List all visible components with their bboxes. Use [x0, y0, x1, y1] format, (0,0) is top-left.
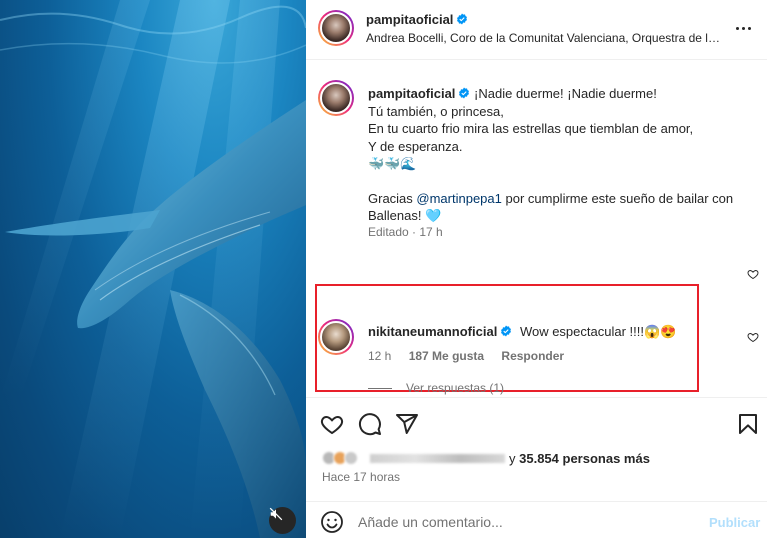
caption-text: pampitaoficial ¡Nadie duerme! ¡Nadie due…	[368, 85, 748, 225]
likes-summary[interactable]: y 35.854 personas más	[322, 451, 650, 469]
muted-speaker-icon	[269, 507, 283, 521]
publish-button[interactable]: Publicar	[709, 515, 760, 530]
comment-input[interactable]	[358, 510, 688, 534]
likes-count: 35.854 personas más	[519, 451, 650, 466]
emoji-icon[interactable]	[320, 510, 344, 534]
caption-text-line: En tu cuarto frio mira las estrellas que…	[368, 121, 694, 136]
whale-image	[0, 0, 306, 538]
comment-meta: 12 h 187 Me gusta Responder	[368, 349, 578, 363]
bookmark-icon[interactable]	[736, 412, 760, 436]
replies-rule	[368, 388, 392, 390]
caption-text-line: por cumplirme este sueño de bailar con	[501, 190, 734, 206]
blurred-liker-names	[370, 454, 505, 463]
caption-avatar[interactable]	[318, 80, 354, 116]
post-header: pampitaoficial Andrea Bocelli, Coro de l…	[306, 0, 767, 60]
comment-composer: Publicar	[306, 501, 767, 538]
mention-link[interactable]: @martinpepa1	[416, 191, 501, 206]
author-avatar[interactable]	[318, 10, 354, 46]
comment-line: nikitaneumannoficial Wow espectacular !!…	[368, 324, 676, 340]
heart-icon[interactable]	[320, 412, 344, 436]
commenter-avatar[interactable]	[318, 319, 354, 355]
caption-emoji-line: 🐳🐳🌊	[368, 156, 417, 171]
caption-meta: Editado · 17 h	[368, 225, 443, 239]
action-bar	[306, 397, 767, 452]
caption-line-1: pampitaoficial ¡Nadie duerme! ¡Nadie due…	[368, 85, 748, 103]
likes-suffix: y	[509, 451, 520, 466]
caption-text-line: Tú también, o princesa,	[368, 103, 504, 119]
view-replies-label: Ver respuestas (1)	[406, 381, 505, 395]
reply-button[interactable]: Responder	[501, 349, 564, 363]
author-name-line: pampitaoficial	[366, 12, 468, 27]
comment-like-icon[interactable]	[747, 331, 759, 343]
post-sidebar: pampitaoficial Andrea Bocelli, Coro de l…	[306, 0, 767, 538]
mute-button[interactable]	[269, 507, 296, 534]
caption-text-line: Ballenas! 🩵	[368, 208, 442, 223]
caption-text-line: Gracias	[368, 190, 417, 206]
liker-avatars	[322, 451, 362, 465]
caption-username[interactable]: pampitaoficial	[368, 86, 455, 101]
author-username[interactable]: pampitaoficial	[366, 12, 453, 27]
view-replies[interactable]: Ver respuestas (1)	[368, 381, 504, 395]
comment-text: Wow espectacular !!!!😱😍	[519, 324, 677, 339]
caption-thanks-line: Gracias @martinpepa1 por cumplirme este …	[368, 190, 748, 208]
caption-text-line: Y de esperanza.	[368, 138, 463, 154]
post-timestamp: Hace 17 horas	[322, 470, 401, 484]
post-media[interactable]	[0, 0, 306, 538]
audio-track[interactable]: Andrea Bocelli, Coro de la Comunitat Val…	[366, 31, 721, 45]
caption-text-line: ¡Nadie duerme! ¡Nadie duerme!	[474, 86, 657, 101]
more-options-icon[interactable]	[736, 20, 756, 36]
commenter-username[interactable]: nikitaneumannoficial	[368, 324, 497, 339]
share-icon[interactable]	[395, 412, 419, 436]
comment-time[interactable]: 12 h	[368, 349, 391, 363]
comment-icon[interactable]	[358, 412, 382, 436]
caption-like-icon[interactable]	[747, 268, 759, 280]
comment-likes[interactable]: 187 Me gusta	[409, 349, 484, 363]
verified-badge-icon	[457, 13, 468, 25]
verified-badge-icon	[501, 325, 512, 337]
verified-badge-icon	[459, 87, 470, 99]
